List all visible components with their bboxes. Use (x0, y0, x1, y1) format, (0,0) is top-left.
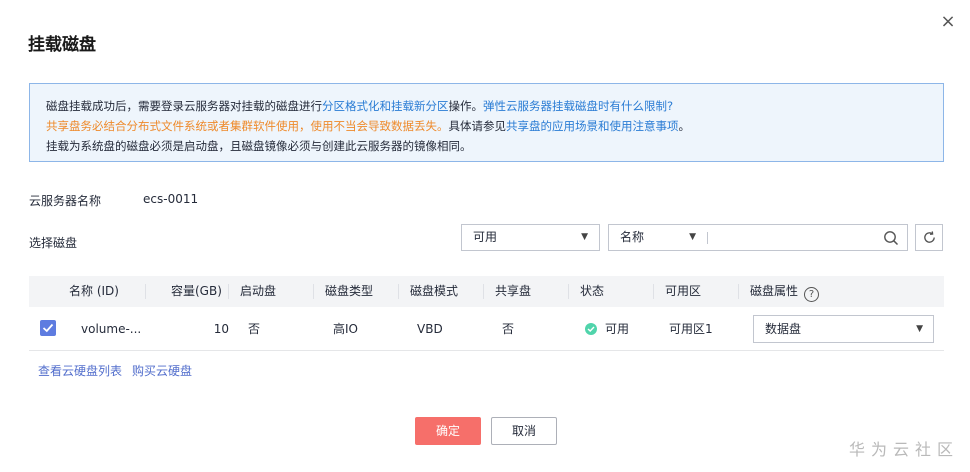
row-checkbox[interactable] (40, 320, 56, 336)
cell-shared: 否 (502, 322, 515, 336)
buy-disk-link[interactable]: 购买云硬盘 (132, 364, 192, 378)
status-ok-icon (585, 323, 597, 335)
column-separator (483, 284, 484, 299)
view-disk-list-link[interactable]: 查看云硬盘列表 (38, 364, 122, 378)
search-icon[interactable] (883, 230, 899, 246)
chevron-down-icon: ▼ (689, 232, 696, 242)
format-partition-link[interactable]: 分区格式化和挂载新分区 (322, 99, 449, 113)
disk-attribute-value: 数据盘 (765, 322, 802, 336)
help-icon[interactable]: ? (804, 287, 820, 302)
col-header-disk-mode: 磁盘模式 (410, 284, 459, 298)
notice-line-2: 共享盘务必结合分布式文件系统或者集群软件使用，使用不当会导致数据丢失。具体请参见… (46, 116, 927, 136)
close-icon[interactable]: × (938, 12, 958, 32)
col-header-capacity: 容量(GB) (171, 284, 222, 298)
chevron-down-icon: ▼ (916, 324, 923, 334)
cell-capacity: 10 (213, 322, 229, 336)
cell-disk-mode: VBD (417, 322, 443, 336)
chevron-down-icon: ▼ (581, 232, 588, 242)
column-separator (653, 284, 654, 299)
notice-text: 。 (678, 119, 691, 133)
cell-bootable: 否 (248, 322, 261, 336)
status-filter-select[interactable]: 可用 ▼ (461, 224, 600, 251)
col-header-disk-type: 磁盘类型 (325, 284, 374, 298)
mount-limits-link[interactable]: 弹性云服务器挂载磁盘时有什么限制? (483, 99, 673, 113)
dialog-title: 挂载磁盘 (28, 35, 96, 55)
notice-text: 操作。 (448, 99, 484, 113)
col-header-attribute-label: 磁盘属性 (750, 284, 799, 298)
col-header-attribute: 磁盘属性? (750, 276, 820, 307)
footer-links: 查看云硬盘列表 购买云硬盘 (38, 362, 202, 379)
table-header: 名称 (ID) 容量(GB) 启动盘 磁盘类型 磁盘模式 共享盘 状态 可用区 … (29, 276, 944, 307)
shared-disk-warning: 共享盘务必结合分布式文件系统或者集群软件使用，使用不当会导致数据丢失。 (46, 119, 449, 133)
search-input[interactable] (707, 224, 908, 251)
search-field-value: 名称 (620, 230, 645, 244)
select-disk-label: 选择磁盘 (29, 236, 78, 250)
notice-box: 磁盘挂载成功后，需要登录云服务器对挂载的磁盘进行分区格式化和挂载新分区操作。弹性… (29, 83, 944, 162)
cell-status: 可用 (585, 307, 629, 351)
col-header-shared: 共享盘 (495, 284, 532, 298)
server-name-value: ecs-0011 (143, 192, 199, 206)
col-header-status: 状态 (580, 284, 605, 298)
col-header-name: 名称 (ID) (69, 284, 119, 298)
search-field-select[interactable]: 名称 ▼ (608, 224, 708, 251)
col-header-bootable: 启动盘 (240, 284, 277, 298)
watermark: 华为云社区 (849, 440, 960, 459)
cell-name[interactable]: volume-... (81, 307, 141, 351)
column-separator (398, 284, 399, 299)
notice-text: 具体请参见 (448, 119, 507, 133)
notice-line-1: 磁盘挂载成功后，需要登录云服务器对挂载的磁盘进行分区格式化和挂载新分区操作。弹性… (46, 96, 927, 116)
table-row[interactable]: volume-... 10 否 高IO VBD 否 可用 可用区1 数据盘 ▼ (29, 307, 944, 351)
refresh-button[interactable] (915, 224, 943, 251)
column-separator (228, 284, 229, 299)
search-divider (707, 232, 708, 244)
status-filter-value: 可用 (473, 230, 498, 244)
column-separator (145, 284, 146, 299)
status-text: 可用 (605, 322, 630, 336)
notice-line-3: 挂载为系统盘的磁盘必须是启动盘，且磁盘镜像必须与创建此云服务器的镜像相同。 (46, 139, 472, 153)
refresh-icon (924, 231, 935, 243)
confirm-button[interactable]: 确定 (415, 417, 481, 445)
disk-attribute-select[interactable]: 数据盘 ▼ (753, 315, 934, 343)
column-separator (738, 284, 739, 299)
cancel-button[interactable]: 取消 (491, 417, 557, 445)
column-separator (568, 284, 569, 299)
column-separator (313, 284, 314, 299)
server-name-label: 云服务器名称 (29, 194, 102, 208)
cell-az: 可用区1 (669, 322, 713, 336)
shared-disk-usage-link[interactable]: 共享盘的应用场景和使用注意事项 (506, 119, 679, 133)
check-icon (42, 323, 54, 333)
notice-text: 磁盘挂载成功后，需要登录云服务器对挂载的磁盘进行 (46, 99, 322, 113)
cell-disk-type: 高IO (333, 322, 358, 336)
col-header-az: 可用区 (665, 284, 702, 298)
